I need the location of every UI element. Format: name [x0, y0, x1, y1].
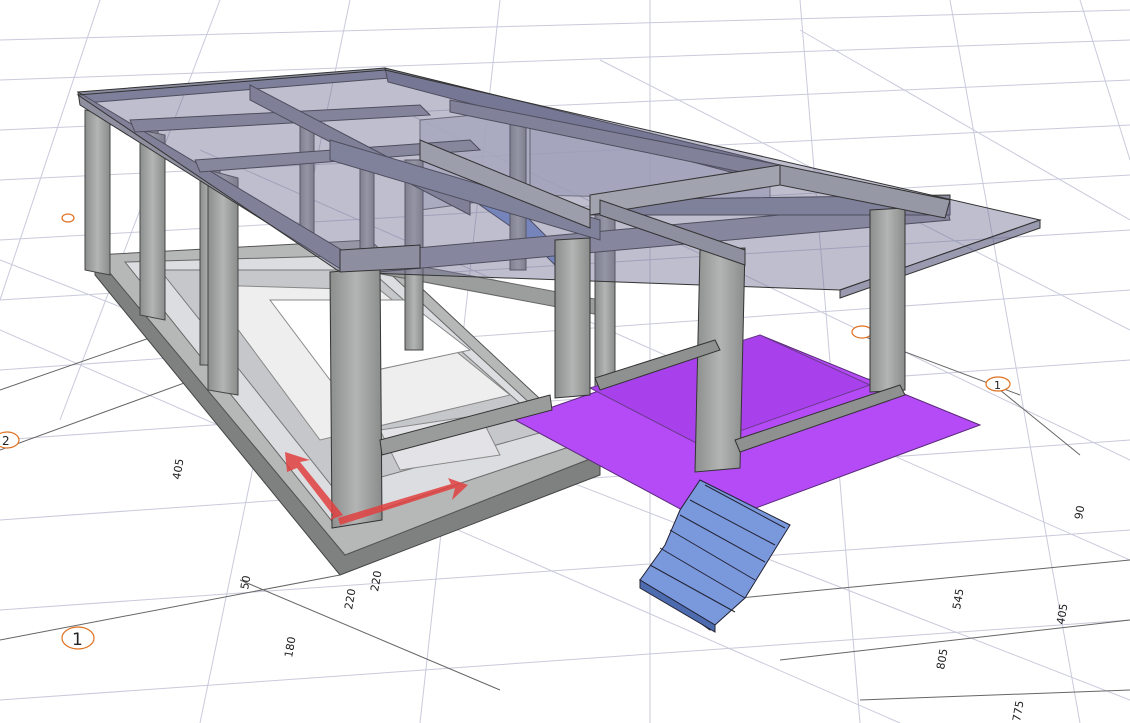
axis-marker[interactable]: 2 — [0, 431, 20, 449]
axis-marker-label: 2 — [2, 434, 10, 448]
dimension-label: 545 — [950, 588, 966, 611]
3d-model-viewport[interactable]: 220 220 50 180 405 545 805 405 775 90 1 … — [0, 0, 1130, 723]
dimension-label: 405 — [170, 458, 186, 481]
dimension-label: 775 — [1010, 700, 1026, 723]
dimension-label: 405 — [1054, 603, 1070, 626]
axis-marker[interactable]: 1 — [61, 626, 95, 650]
axis-marker-label: 1 — [72, 630, 83, 650]
dimension-label: 90 — [1072, 504, 1087, 520]
dimension-label: 220 — [342, 588, 358, 611]
dimension-label: 220 — [368, 570, 384, 593]
axis-marker-label: 1 — [994, 379, 1001, 392]
dimension-label: 805 — [934, 648, 950, 671]
dimension-label: 50 — [238, 574, 253, 590]
dimension-label: 180 — [282, 636, 298, 659]
